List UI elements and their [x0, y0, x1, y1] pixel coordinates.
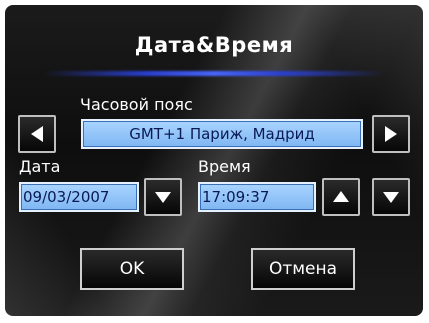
timezone-prev-button[interactable]: [18, 115, 56, 153]
date-dropdown-button[interactable]: [144, 178, 182, 216]
time-down-button[interactable]: [372, 178, 410, 216]
triangle-left-icon: [31, 126, 43, 142]
time-up-button[interactable]: [322, 178, 360, 216]
title-underline: [43, 71, 385, 76]
date-field[interactable]: 09/03/2007: [19, 182, 139, 212]
triangle-up-icon: [333, 191, 349, 202]
triangle-down-icon: [383, 192, 399, 203]
time-value: 17:09:37: [202, 188, 270, 206]
date-label: Дата: [19, 157, 61, 176]
dialog-title: Дата&Время: [134, 33, 294, 57]
timezone-next-button[interactable]: [372, 115, 410, 153]
cancel-button[interactable]: Отмена: [251, 248, 355, 290]
time-label: Время: [198, 157, 251, 176]
datetime-dialog: Дата&Время Часовой пояс GMT+1 Париж, Мад…: [5, 5, 423, 316]
time-field[interactable]: 17:09:37: [198, 182, 316, 212]
ok-button[interactable]: OK: [80, 248, 184, 290]
timezone-label: Часовой пояс: [80, 95, 193, 114]
triangle-right-icon: [385, 126, 397, 142]
triangle-down-icon: [155, 192, 171, 203]
timezone-value: GMT+1 Париж, Мадрид: [129, 125, 315, 143]
timezone-field[interactable]: GMT+1 Париж, Мадрид: [81, 119, 363, 149]
date-value: 09/03/2007: [23, 188, 110, 206]
